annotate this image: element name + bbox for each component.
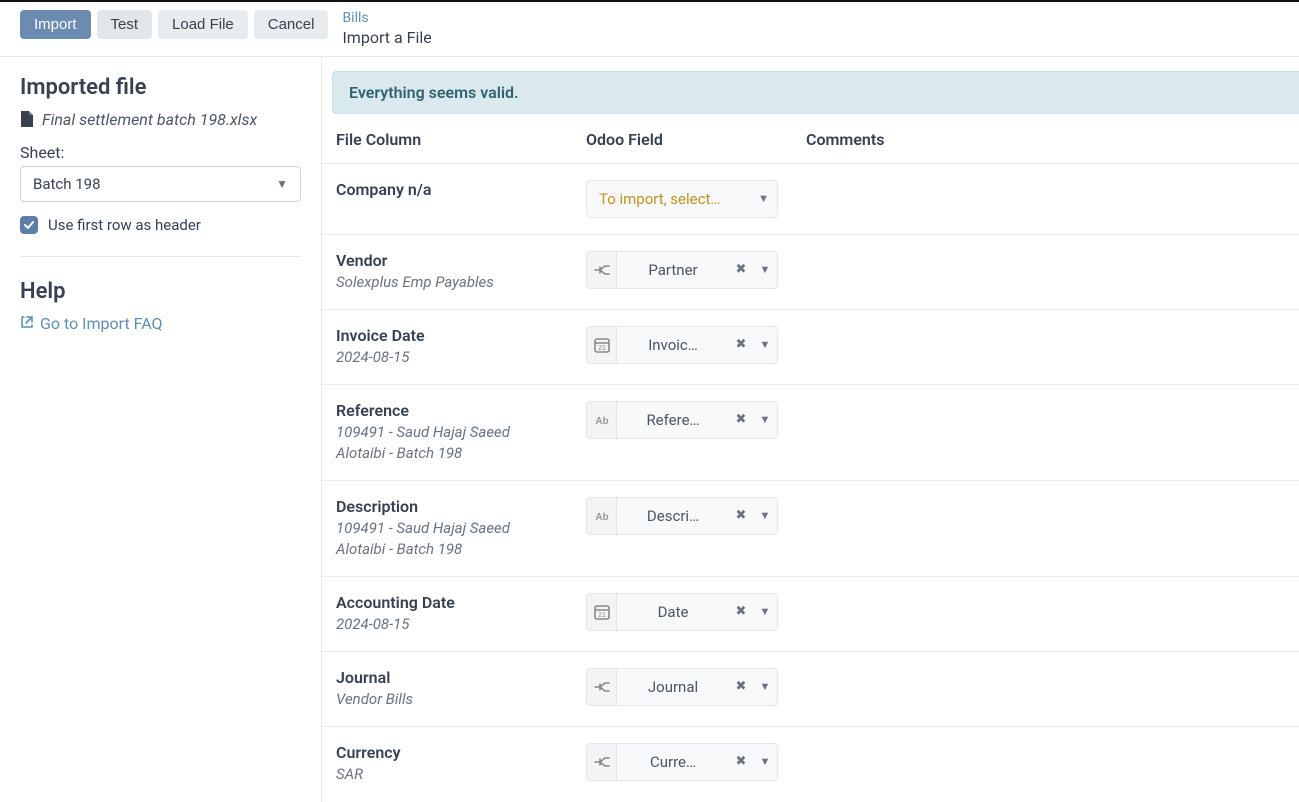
odoo-field-select[interactable]: Invoic… ✖ ▼ <box>586 326 778 364</box>
odoo-field-label: Descri… <box>617 498 729 534</box>
clear-field-icon[interactable]: ✖ <box>729 327 753 363</box>
file-column-sample: 2024-08-15 <box>336 614 546 635</box>
topbar: Import Test Load File Cancel Bills Impor… <box>0 0 1299 56</box>
odoo-field-select[interactable]: Refere… ✖ ▼ <box>586 401 778 439</box>
caret-down-icon[interactable]: ▼ <box>753 402 777 438</box>
import-button[interactable]: Import <box>20 10 91 39</box>
mapping-row: Accounting Date 2024-08-15 Date ✖ ▼ <box>322 576 1299 651</box>
mapping-row: Invoice Date 2024-08-15 Invoic… ✖ ▼ <box>322 309 1299 384</box>
caret-down-icon[interactable]: ▼ <box>753 744 777 780</box>
file-icon <box>20 110 34 128</box>
file-column-name: Reference <box>336 401 586 420</box>
odoo-field-label: Journal <box>617 669 729 705</box>
validation-alert: Everything seems valid. <box>332 71 1299 114</box>
clear-field-icon[interactable]: ✖ <box>729 594 753 630</box>
file-column-sample: Vendor Bills <box>336 689 546 710</box>
file-column-name: Journal <box>336 668 586 687</box>
caret-down-icon[interactable]: ▼ <box>753 594 777 630</box>
file-column-name: Company n/a <box>336 180 586 199</box>
sidebar: Imported file Final settlement batch 198… <box>0 57 322 802</box>
breadcrumb: Bills Import a File <box>342 10 431 48</box>
file-column-sample: Solexplus Emp Payables <box>336 272 546 293</box>
mapping-row: Company n/a To import, select… ▼ <box>322 163 1299 234</box>
caret-down-icon[interactable]: ▼ <box>753 669 777 705</box>
odoo-field-select[interactable]: Descri… ✖ ▼ <box>586 497 778 535</box>
odoo-field-label: Partner <box>617 252 729 288</box>
content: Everything seems valid. File Column Odoo… <box>322 57 1299 802</box>
mapping-row: Description 109491 - Saud Hajaj Saeed Al… <box>322 480 1299 576</box>
clear-field-icon[interactable]: ✖ <box>729 402 753 438</box>
cancel-button[interactable]: Cancel <box>254 10 329 39</box>
odoo-field-select-empty[interactable]: To import, select… ▼ <box>586 180 778 218</box>
file-column-name: Accounting Date <box>336 593 586 612</box>
file-column-sample: 109491 - Saud Hajaj Saeed Alotaibi - Bat… <box>336 422 546 464</box>
caret-down-icon: ▼ <box>752 192 769 205</box>
file-column-sample: SAR <box>336 764 546 785</box>
caret-down-icon[interactable]: ▼ <box>753 498 777 534</box>
file-column-name: Invoice Date <box>336 326 586 345</box>
field-type-icon <box>587 744 617 780</box>
header-comments: Comments <box>806 130 1299 149</box>
imported-file-name: Final settlement batch 198.xlsx <box>42 110 257 129</box>
mapping-row: Reference 109491 - Saud Hajaj Saeed Alot… <box>322 384 1299 480</box>
field-type-icon <box>587 327 617 363</box>
odoo-field-label: Curre… <box>617 744 729 780</box>
external-link-icon <box>20 314 34 333</box>
caret-down-icon[interactable]: ▼ <box>753 252 777 288</box>
odoo-field-select[interactable]: Journal ✖ ▼ <box>586 668 778 706</box>
file-column-name: Vendor <box>336 251 586 270</box>
odoo-field-label: Invoic… <box>617 327 729 363</box>
clear-field-icon[interactable]: ✖ <box>729 252 753 288</box>
field-type-icon <box>587 252 617 288</box>
field-type-icon <box>587 669 617 705</box>
first-row-header-label: Use first row as header <box>48 216 201 234</box>
odoo-field-label: Refere… <box>617 402 729 438</box>
header-odoo-field: Odoo Field <box>586 130 806 149</box>
file-column-sample: 2024-08-15 <box>336 347 546 368</box>
header-file-column: File Column <box>336 130 586 149</box>
field-type-icon <box>587 594 617 630</box>
file-column-name: Description <box>336 497 586 516</box>
test-button[interactable]: Test <box>97 10 153 39</box>
divider <box>20 256 301 257</box>
odoo-field-select[interactable]: Curre… ✖ ▼ <box>586 743 778 781</box>
clear-field-icon[interactable]: ✖ <box>729 669 753 705</box>
field-type-icon <box>587 498 617 534</box>
import-faq-link-label: Go to Import FAQ <box>40 314 163 333</box>
clear-field-icon[interactable]: ✖ <box>729 498 753 534</box>
import-faq-link[interactable]: Go to Import FAQ <box>20 314 301 333</box>
breadcrumb-current: Import a File <box>342 28 431 48</box>
sheet-selected-value: Batch 198 <box>33 175 101 193</box>
file-column-sample: 109491 - Saud Hajaj Saeed Alotaibi - Bat… <box>336 518 546 560</box>
odoo-field-select[interactable]: Date ✖ ▼ <box>586 593 778 631</box>
odoo-field-placeholder: To import, select… <box>599 190 752 208</box>
field-type-icon <box>587 402 617 438</box>
load-file-button[interactable]: Load File <box>158 10 248 39</box>
odoo-field-label: Date <box>617 594 729 630</box>
caret-down-icon[interactable]: ▼ <box>753 327 777 363</box>
file-column-name: Currency <box>336 743 586 762</box>
sheet-select[interactable]: Batch 198 ▼ <box>20 166 301 202</box>
odoo-field-select[interactable]: Partner ✖ ▼ <box>586 251 778 289</box>
chevron-down-icon: ▼ <box>276 177 288 191</box>
mapping-row: Journal Vendor Bills Journal ✖ ▼ <box>322 651 1299 726</box>
mapping-row: Currency SAR Curre… ✖ ▼ <box>322 726 1299 801</box>
first-row-header-checkbox[interactable] <box>20 216 38 234</box>
breadcrumb-parent-link[interactable]: Bills <box>342 10 431 28</box>
columns-header: File Column Odoo Field Comments <box>322 114 1299 163</box>
help-heading: Help <box>20 279 301 304</box>
imported-file-heading: Imported file <box>20 75 301 100</box>
clear-field-icon[interactable]: ✖ <box>729 744 753 780</box>
mapping-row: Vendor Solexplus Emp Payables Partner ✖ … <box>322 234 1299 309</box>
sheet-label: Sheet: <box>20 143 301 162</box>
